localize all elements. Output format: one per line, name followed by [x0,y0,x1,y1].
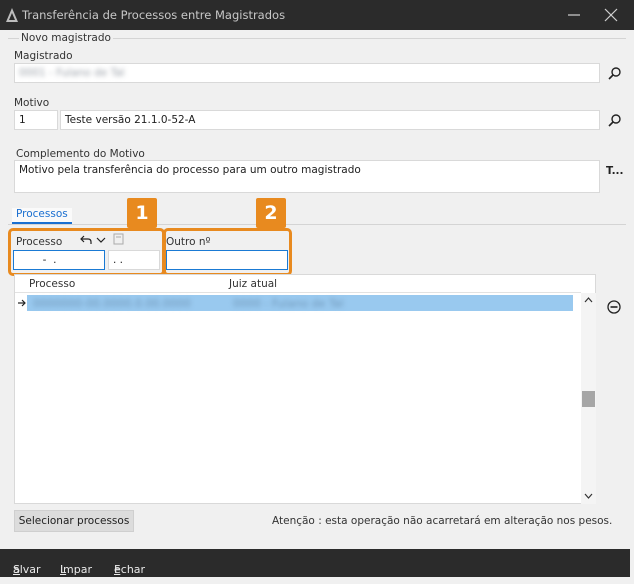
minimize-icon[interactable] [565,6,583,24]
tab-processos[interactable]: Processos [12,208,72,224]
badge-1: 1 [127,198,157,228]
chevron-down-icon[interactable] [96,235,106,245]
processo-filter-label: Processo [16,236,63,248]
complemento-more-button[interactable]: T... [606,165,624,177]
window-title: Transferência de Processos entre Magistr… [22,8,286,22]
warning-text: Atenção : esta operação não acarretará e… [272,515,613,527]
column-processo[interactable]: Processo [29,278,75,290]
scroll-up-icon[interactable] [584,297,593,303]
motivo-description-field[interactable]: Teste versão 21.1.0-52-A [60,110,600,130]
outro-numero-label: Outro nº [166,236,211,248]
motivo-code: 1 [19,114,26,126]
footer-toolbar: Salvar Limpar Fechar [0,549,630,577]
select-processes-label: Selecionar processos [18,515,130,527]
vertical-scrollbar[interactable] [581,293,596,504]
magistrado-value: 0001 - Fulano de Tal [19,67,125,79]
group-legend: Novo magistrado [19,32,113,44]
title-bar: Transferência de Processos entre Magistr… [0,0,634,30]
clipboard-icon[interactable] [113,233,124,245]
table-row[interactable]: 0000000-00.0000.0.00.0000 0000 - Fulano … [27,295,573,311]
save-label-rest: alvar [13,563,41,576]
close-icon[interactable] [602,6,620,24]
processos-grid[interactable]: Processo Juiz atual 0000000-00.0000.0.00… [14,274,596,504]
scroll-down-icon[interactable] [584,493,593,499]
processo-input-value: - . [36,254,57,266]
badge-2: 2 [256,198,286,228]
grid-header: Processo Juiz atual [15,275,581,293]
search-motivo-icon[interactable] [608,113,622,127]
clear-label-rest: impar [60,563,93,576]
motivo-code-field[interactable]: 1 [14,110,58,130]
search-magistrado-icon[interactable] [608,66,622,80]
scroll-thumb[interactable] [582,391,595,407]
column-juiz-atual[interactable]: Juiz atual [229,278,277,290]
complemento-label: Complemento do Motivo [16,148,145,160]
motivo-label: Motivo [14,97,50,109]
remove-icon[interactable] [607,300,621,314]
outro-numero-input[interactable] [166,250,288,270]
magistrado-field[interactable]: 0001 - Fulano de Tal [14,63,600,83]
row-processo: 0000000-00.0000.0.00.0000 [33,297,191,310]
motivo-description: Teste versão 21.1.0-52-A [65,114,196,126]
undo-icon[interactable] [80,234,92,246]
app-logo-icon [6,8,18,22]
processo-suffix-input[interactable]: . . [108,250,160,270]
tab-divider [8,224,626,225]
processo-input[interactable]: - . [13,250,105,270]
complemento-value: Motivo pela transferência do processo pa… [19,164,361,176]
processo-suffix-value: . . [113,254,124,266]
magistrado-label: Magistrado [14,50,73,62]
row-indicator-arrow-icon [18,299,26,307]
row-juiz: 0000 - Fulano de Tal [233,297,344,310]
select-processes-button[interactable]: Selecionar processos [14,510,134,532]
close-label-rest: echar [114,563,146,576]
complemento-field[interactable]: Motivo pela transferência do processo pa… [14,160,600,193]
tab-processos-label: Processos [16,208,68,220]
